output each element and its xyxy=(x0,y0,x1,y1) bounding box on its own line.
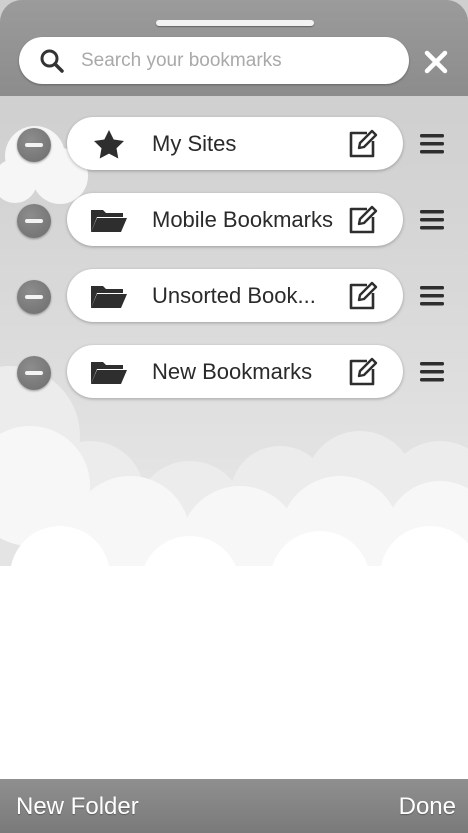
footer-bar: New Folder Done xyxy=(0,779,468,833)
header xyxy=(0,0,468,96)
reorder-handle-icon[interactable] xyxy=(418,284,446,308)
new-folder-button[interactable]: New Folder xyxy=(16,793,139,821)
bookmark-folder-row: Mobile Bookmarks xyxy=(0,193,468,247)
reorder-handle-icon[interactable] xyxy=(418,208,446,232)
edit-icon[interactable] xyxy=(347,129,379,159)
folder-label: Unsorted Book... xyxy=(152,283,316,308)
remove-icon[interactable] xyxy=(17,128,51,162)
reorder-handle-icon[interactable] xyxy=(418,360,446,384)
folder-label: Mobile Bookmarks xyxy=(152,207,333,232)
edit-icon[interactable] xyxy=(347,357,379,387)
remove-icon[interactable] xyxy=(17,280,51,314)
reorder-handle-icon[interactable] xyxy=(418,132,446,156)
bookmark-folder[interactable]: Mobile Bookmarks xyxy=(67,193,403,246)
bookmarks-panel: My Sites Mobile Bookmarks xyxy=(0,0,468,833)
folder-icon xyxy=(91,362,127,384)
grab-handle[interactable] xyxy=(156,20,314,26)
folder-icon xyxy=(91,286,127,308)
bookmark-folder-row: My Sites xyxy=(0,117,468,171)
folder-label: My Sites xyxy=(152,131,237,156)
bookmark-folder[interactable]: My Sites xyxy=(67,117,403,170)
edit-icon[interactable] xyxy=(347,205,379,235)
remove-icon[interactable] xyxy=(17,356,51,390)
folder-label: New Bookmarks xyxy=(152,359,313,384)
search-input[interactable] xyxy=(79,43,401,79)
bookmark-folder-row: Unsorted Book... xyxy=(0,269,468,323)
edit-icon[interactable] xyxy=(347,281,379,311)
star-icon xyxy=(94,130,124,159)
close-icon[interactable] xyxy=(422,48,450,76)
bookmark-folder[interactable]: Unsorted Book... xyxy=(67,269,403,322)
done-button[interactable]: Done xyxy=(399,793,456,821)
bookmark-folder-row: New Bookmarks xyxy=(0,345,468,399)
search-icon xyxy=(40,49,64,73)
remove-icon[interactable] xyxy=(17,204,51,238)
folder-icon xyxy=(91,210,127,232)
bookmark-folder[interactable]: New Bookmarks xyxy=(67,345,403,398)
search-bar[interactable] xyxy=(19,37,409,84)
